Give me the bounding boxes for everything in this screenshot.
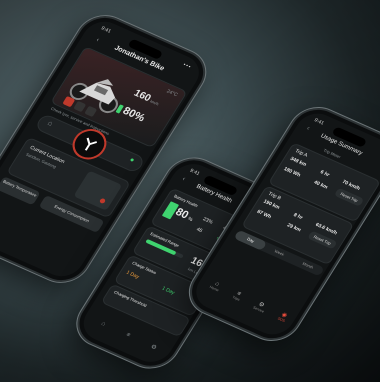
trip-a-energy: 180 Wh [282,166,302,179]
trip-b-average: 29 km [285,222,302,234]
charge-time: 1 Day [124,269,141,281]
charge-time-2: 1 Day [160,285,176,297]
speed-unit: km/h [149,98,160,107]
cells-value: 23% [201,216,214,226]
nav-trips-icon[interactable]: ≡ [122,332,131,344]
map-thumbnail[interactable] [73,170,123,211]
trip-a-average: 40 km [312,179,329,191]
status-time: 9:41 [312,117,325,127]
nav-sos[interactable]: ◉ SOS [272,311,289,331]
home-icon[interactable]: ⌂ [46,120,54,128]
battery-value: 80% [120,105,147,125]
nav-home[interactable]: ⌂ Home [203,280,222,301]
status-time: 9:41 [99,25,112,35]
back-icon[interactable]: ‹ [181,176,187,183]
back-icon[interactable]: ‹ [305,125,311,132]
nav-home-icon[interactable]: ⌂ [97,321,107,333]
reset-trip-a-button[interactable]: Reset Trip [333,187,365,207]
nav-service-icon[interactable]: ⚙ [147,343,158,355]
map-pin-icon [98,197,107,205]
back-icon[interactable]: ‹ [95,37,101,44]
power-icon[interactable]: ● [128,156,136,164]
trip-b-energy: 87 Wh [255,208,273,221]
voltage-value: 46 [195,226,204,234]
trip-a-time: 6 hr [318,169,331,179]
battery-percent-suffix: % [186,216,194,224]
temperature: 24°C [165,88,179,99]
trip-b-time: 8 hr [292,212,304,222]
nav-service[interactable]: ⚙ Service [247,299,268,321]
nav-trips[interactable]: ≡ Trips [226,290,244,310]
status-icons: ••• [181,61,193,71]
status-time: 9:41 [188,167,201,177]
